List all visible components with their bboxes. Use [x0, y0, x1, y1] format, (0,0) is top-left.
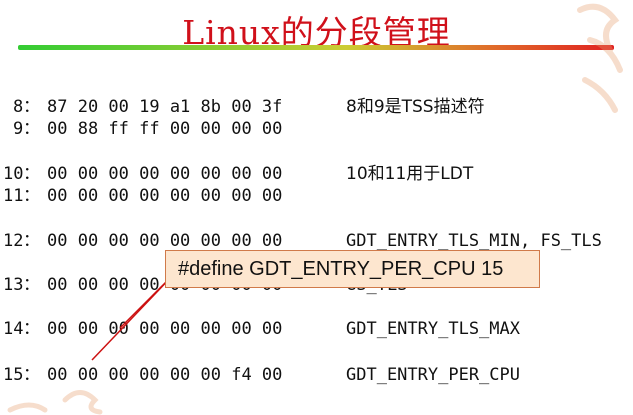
gdt-hex-bytes: 00 00 00 00 00 00 f4 00 — [47, 365, 283, 385]
gdt-note: 8和9是TSS描述符 — [346, 97, 485, 117]
gdt-separator: ： — [23, 231, 40, 251]
gdt-note: GDT_ENTRY_TLS_MIN, FS_TLS — [346, 231, 602, 251]
gdt-note: GDT_ENTRY_TLS_MAX — [346, 319, 520, 339]
define-callout: #define GDT_ENTRY_PER_CPU 15 — [165, 250, 540, 288]
gdt-row: 8： 87 20 00 19 a1 8b 00 3f 8和9是TSS描述符 — [0, 96, 633, 118]
gdt-hex-bytes: 00 00 00 00 00 00 00 00 — [47, 231, 283, 251]
gdt-note: 10和11用于LDT — [346, 164, 474, 184]
gdt-separator: ： — [23, 164, 40, 184]
gdt-index: 13 — [3, 275, 24, 295]
gdt-index: 11 — [3, 186, 24, 206]
gdt-separator: ： — [23, 319, 40, 339]
callout-text: #define GDT_ENTRY_PER_CPU 15 — [178, 258, 504, 280]
gdt-row: 10： 00 00 00 00 00 00 00 00 10和11用于LDT — [0, 163, 633, 185]
gdt-hex-bytes: 00 00 00 00 00 00 00 00 — [47, 319, 283, 339]
gdt-index: 10 — [3, 164, 24, 184]
gdt-separator: ： — [23, 365, 40, 385]
gdt-row: 14： 00 00 00 00 00 00 00 00 GDT_ENTRY_TLS_… — [0, 318, 633, 340]
gdt-row: 15： 00 00 00 00 00 00 f4 00 GDT_ENTRY_PER_… — [0, 364, 633, 386]
gdt-hex-bytes: 87 20 00 19 a1 8b 00 3f — [47, 97, 283, 117]
gdt-separator: ： — [23, 97, 40, 117]
gdt-note: GDT_ENTRY_PER_CPU — [346, 365, 520, 385]
title-underline — [18, 45, 614, 50]
gdt-index: 8 — [13, 97, 24, 117]
gdt-index: 9 — [13, 119, 24, 139]
gdt-separator: ： — [23, 275, 40, 295]
gdt-index: 12 — [3, 231, 24, 251]
gdt-row: 9： 00 88 ff ff 00 00 00 00 — [0, 118, 633, 140]
gdt-row: 12： 00 00 00 00 00 00 00 00 GDT_ENTRY_TLS_… — [0, 230, 633, 252]
callout-pointer — [91, 271, 177, 361]
gdt-hex-bytes: 00 00 00 00 00 00 00 00 — [47, 186, 283, 206]
gdt-index: 15 — [3, 365, 24, 385]
gdt-hex-bytes: 00 88 ff ff 00 00 00 00 — [47, 119, 283, 139]
gdt-row: 11： 00 00 00 00 00 00 00 00 — [0, 185, 633, 207]
gdt-hex-bytes: 00 00 00 00 00 00 00 00 — [47, 164, 283, 184]
gdt-index: 14 — [3, 319, 24, 339]
gdt-separator: ： — [23, 119, 40, 139]
gdt-separator: ： — [23, 186, 40, 206]
